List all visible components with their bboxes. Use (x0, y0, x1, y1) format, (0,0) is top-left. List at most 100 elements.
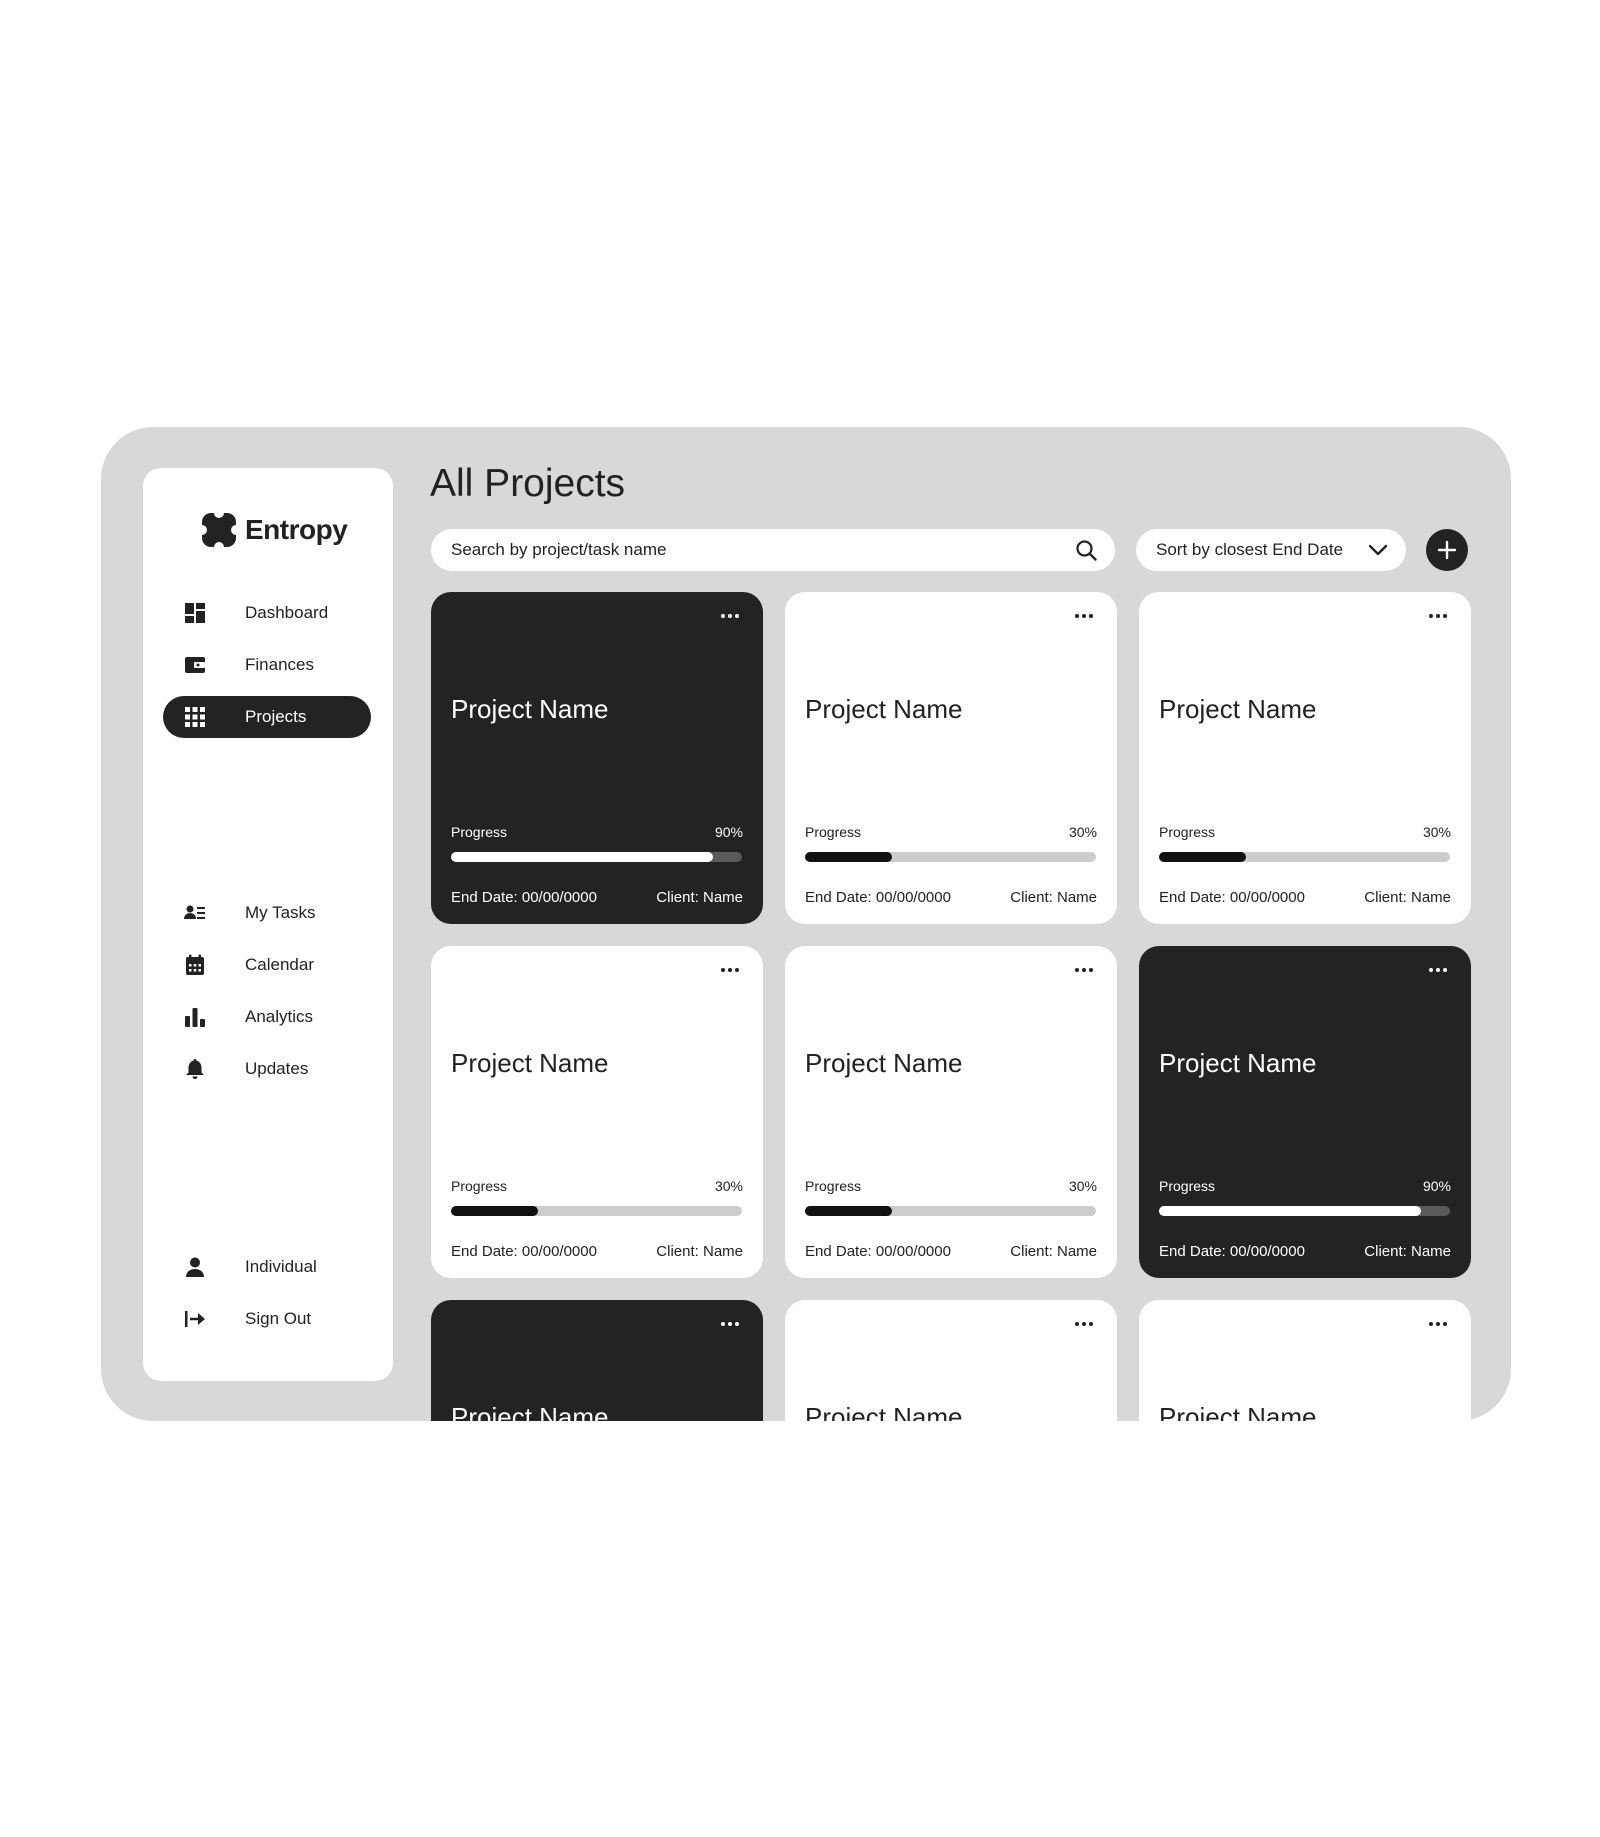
tasks-icon (184, 902, 206, 924)
project-name: Project Name (805, 1402, 963, 1421)
project-name: Project Name (451, 1402, 609, 1421)
project-card[interactable]: Project Name Progress 90% End Date: 00/0… (1139, 946, 1471, 1278)
more-options-icon[interactable] (1075, 614, 1097, 626)
progress-bar-fill (451, 852, 713, 862)
project-name: Project Name (451, 1048, 609, 1078)
progress-bar (1159, 1206, 1450, 1216)
project-card[interactable]: Project Name Progress 90% End Date: 00/0… (431, 592, 763, 924)
logo-text: Entropy (245, 514, 348, 545)
search-placeholder: Search by project/task name (451, 540, 667, 559)
entropy-logo-icon (201, 512, 237, 548)
sidebar-item-label: Individual (245, 1257, 317, 1276)
project-card[interactable]: Project Name Progress 30% End Date: 00/0… (785, 946, 1117, 1278)
client-name: Client: Name (656, 889, 743, 906)
progress-bar (451, 1206, 742, 1216)
progress-value: 90% (1422, 1178, 1451, 1194)
project-card[interactable]: Project Name Progress 30% End Date: 00/0… (1139, 592, 1471, 924)
progress-bar-fill (1159, 852, 1247, 862)
progress-bar (805, 1206, 1096, 1216)
plus-icon (1437, 540, 1457, 560)
end-date: End Date: 00/00/0000 (805, 889, 951, 906)
sidebar-item-finances[interactable]: Finances (163, 644, 371, 686)
sign-out-icon (184, 1308, 206, 1330)
more-options-icon[interactable] (721, 614, 743, 626)
project-name: Project Name (1159, 1402, 1317, 1421)
page-title: All Projects (430, 462, 626, 505)
project-name: Project Name (1159, 694, 1317, 724)
client-name: Client: Name (1010, 889, 1097, 906)
progress-label: Progress (805, 1178, 862, 1194)
more-options-icon[interactable] (1429, 614, 1451, 626)
more-options-icon[interactable] (721, 968, 743, 980)
progress-label: Progress (451, 824, 508, 840)
dashboard-icon (184, 602, 206, 624)
sidebar-item-projects[interactable]: Projects (163, 696, 371, 738)
progress-value: 30% (1068, 824, 1097, 840)
sidebar-item-updates[interactable]: Updates (163, 1048, 371, 1090)
end-date: End Date: 00/00/0000 (1159, 1243, 1305, 1260)
progress-bar-fill (1159, 1206, 1421, 1216)
progress-value: 30% (1068, 1178, 1097, 1194)
sidebar-item-individual[interactable]: Individual (163, 1246, 371, 1288)
sort-label: Sort by closest End Date (1156, 540, 1344, 559)
project-card[interactable]: Project Name (785, 1300, 1117, 1421)
bell-icon (184, 1058, 206, 1080)
end-date: End Date: 00/00/0000 (805, 1243, 951, 1260)
sidebar-item-my-tasks[interactable]: My Tasks (163, 892, 371, 934)
sort-dropdown[interactable]: Sort by closest End Date (1136, 529, 1406, 571)
logo: Entropy (201, 512, 348, 548)
bar-chart-icon (184, 1006, 206, 1028)
app-window: Entropy Dashboard Finances Projects My T… (101, 427, 1511, 1421)
progress-bar (1159, 852, 1450, 862)
progress-bar-fill (451, 1206, 539, 1216)
more-options-icon[interactable] (721, 1322, 743, 1334)
progress-label: Progress (805, 824, 862, 840)
sidebar-item-sign-out[interactable]: Sign Out (163, 1298, 371, 1340)
sidebar-item-label: My Tasks (245, 903, 316, 922)
progress-bar-fill (805, 852, 893, 862)
sidebar-item-label: Updates (245, 1059, 309, 1078)
sidebar-item-analytics[interactable]: Analytics (163, 996, 371, 1038)
sidebar-item-label: Dashboard (245, 603, 329, 622)
client-name: Client: Name (656, 1243, 743, 1260)
client-name: Client: Name (1010, 1243, 1097, 1260)
project-name: Project Name (805, 1048, 963, 1078)
sidebar-item-label: Projects (245, 707, 307, 726)
sidebar: Entropy Dashboard Finances Projects My T… (143, 468, 393, 1381)
project-card[interactable]: Project Name Progress 30% End Date: 00/0… (785, 592, 1117, 924)
end-date: End Date: 00/00/0000 (1159, 889, 1305, 906)
progress-bar-fill (805, 1206, 893, 1216)
progress-label: Progress (451, 1178, 508, 1194)
search-icon[interactable] (1075, 539, 1097, 561)
project-name: Project Name (805, 694, 963, 724)
progress-value: 30% (1422, 824, 1451, 840)
sidebar-item-calendar[interactable]: Calendar (163, 944, 371, 986)
progress-value: 30% (714, 1178, 743, 1194)
sidebar-item-label: Calendar (245, 955, 314, 974)
progress-value: 90% (714, 824, 743, 840)
sidebar-item-dashboard[interactable]: Dashboard (163, 592, 371, 634)
more-options-icon[interactable] (1429, 1322, 1451, 1334)
progress-bar (805, 852, 1096, 862)
end-date: End Date: 00/00/0000 (451, 889, 597, 906)
project-card[interactable]: Project Name Progress 30% End Date: 00/0… (431, 946, 763, 1278)
calendar-icon (184, 954, 206, 976)
grid-icon (184, 706, 206, 728)
sidebar-item-label: Sign Out (245, 1309, 312, 1328)
more-options-icon[interactable] (1075, 968, 1097, 980)
sidebar-item-label: Analytics (245, 1007, 314, 1026)
user-icon (184, 1256, 206, 1278)
projects-grid: Project Name Progress 90% End Date: 00/0… (431, 592, 1471, 1421)
progress-label: Progress (1159, 824, 1216, 840)
client-name: Client: Name (1364, 1243, 1451, 1260)
chevron-down-icon (1368, 544, 1388, 556)
project-card[interactable]: Project Name (431, 1300, 763, 1421)
search-input[interactable]: Search by project/task name (431, 529, 1115, 571)
add-project-button[interactable] (1426, 529, 1468, 571)
more-options-icon[interactable] (1075, 1322, 1097, 1334)
end-date: End Date: 00/00/0000 (451, 1243, 597, 1260)
progress-bar (451, 852, 742, 862)
project-card[interactable]: Project Name (1139, 1300, 1471, 1421)
more-options-icon[interactable] (1429, 968, 1451, 980)
project-name: Project Name (451, 694, 609, 724)
